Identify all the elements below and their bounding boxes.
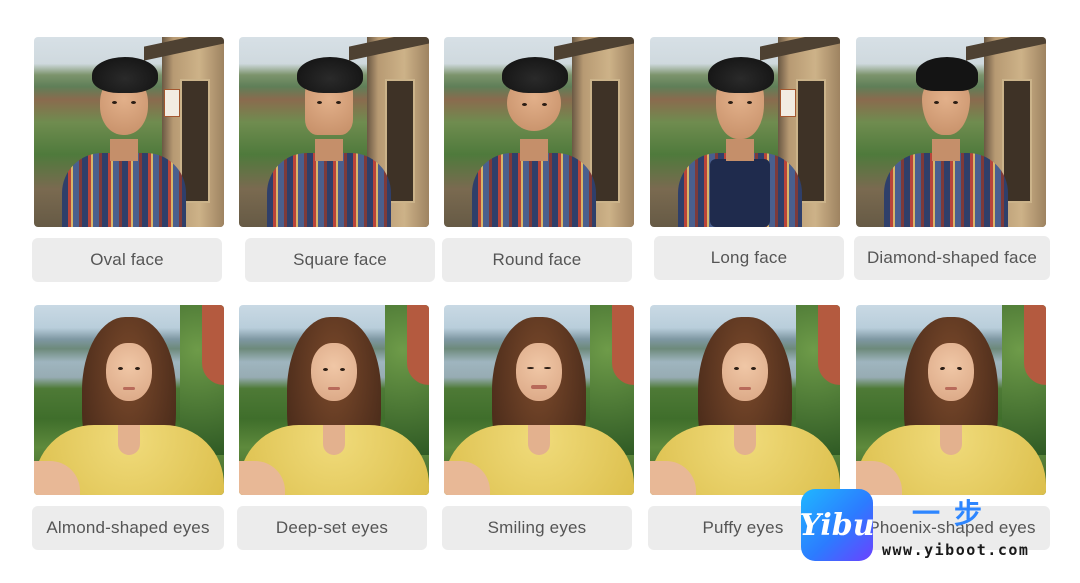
face-shape-row: Oval face Square face Round face Long fa… (0, 0, 1080, 282)
portrait-round-face (444, 37, 634, 227)
portrait-phoenix-eyes (856, 305, 1046, 495)
portrait-square-face (239, 37, 429, 227)
watermark-chinese-text: 一步 (912, 497, 997, 530)
portrait-diamond-face (856, 37, 1046, 227)
portrait-oval-face (34, 37, 224, 227)
portrait-long-face (650, 37, 840, 227)
eye-shape-label: Smiling eyes (442, 506, 632, 550)
eye-shape-label: Almond-shaped eyes (32, 506, 224, 550)
portrait-puffy-eyes (650, 305, 840, 495)
watermark-url: www.yiboot.com (882, 541, 1030, 559)
portrait-smiling-eyes (444, 305, 634, 495)
eye-shape-label: Deep-set eyes (237, 506, 427, 550)
portrait-almond-eyes (34, 305, 224, 495)
eye-shape-row: Almond-shaped eyes Deep-set eyes Smiling… (0, 268, 1080, 550)
logo-text: Yibu (799, 507, 875, 543)
yibu-logo: Yibu (799, 489, 875, 561)
portrait-deep-set-eyes (239, 305, 429, 495)
